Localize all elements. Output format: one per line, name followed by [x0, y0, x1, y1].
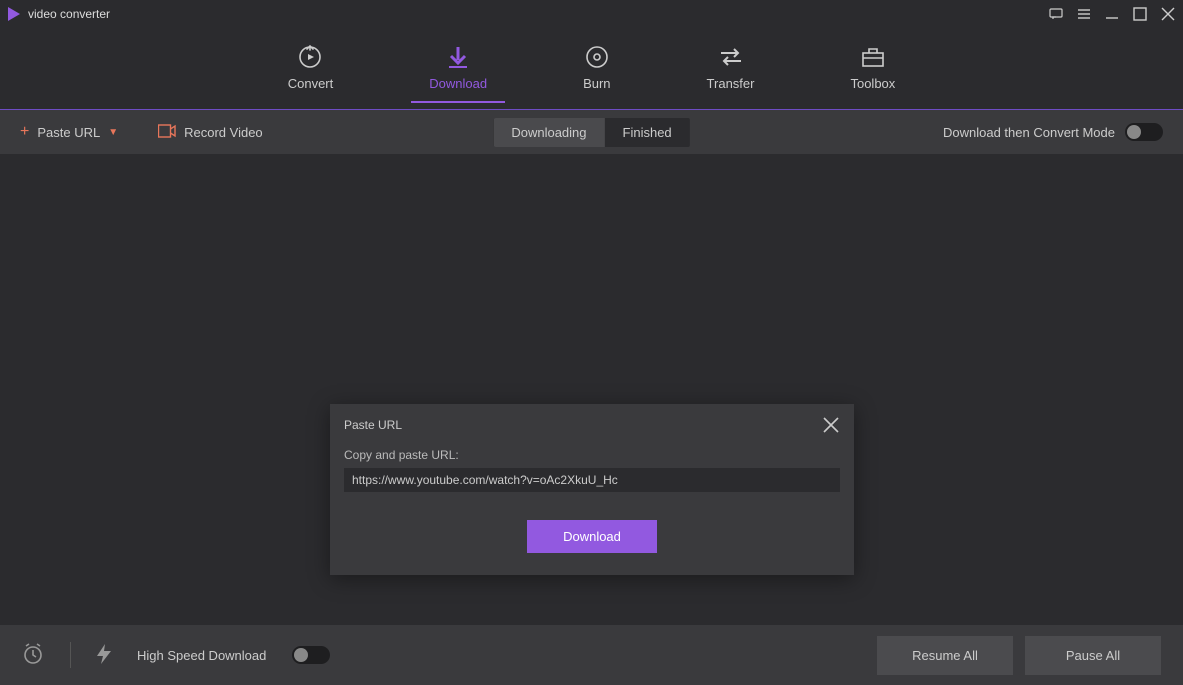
- nav-download[interactable]: Download: [411, 34, 505, 103]
- convert-mode-label: Download then Convert Mode: [943, 125, 1115, 140]
- window-controls: [1049, 7, 1175, 21]
- nav-burn[interactable]: Burn: [565, 34, 628, 103]
- app-title: video converter: [28, 7, 110, 21]
- titlebar: video converter: [0, 0, 1183, 28]
- toolbox-icon: [860, 44, 886, 70]
- content-area: Paste URL Copy and paste URL: Download: [0, 154, 1183, 625]
- close-icon[interactable]: [1161, 7, 1175, 21]
- subbar-right: Download then Convert Mode: [943, 123, 1163, 141]
- tab-downloading[interactable]: Downloading: [493, 118, 604, 147]
- clock-icon[interactable]: [22, 643, 44, 668]
- chevron-down-icon: ▼: [108, 127, 118, 138]
- footer-left: High Speed Download: [22, 642, 330, 668]
- nav-label: Convert: [288, 76, 334, 91]
- download-icon: [445, 44, 471, 70]
- nav-toolbox[interactable]: Toolbox: [832, 34, 913, 103]
- footer-right: Resume All Pause All: [877, 636, 1161, 675]
- modal-header: Paste URL: [344, 416, 840, 434]
- tab-finished[interactable]: Finished: [605, 118, 690, 147]
- maximize-icon[interactable]: [1133, 7, 1147, 21]
- pause-all-button[interactable]: Pause All: [1025, 636, 1161, 675]
- modal-close-button[interactable]: [822, 416, 840, 434]
- convert-mode-toggle[interactable]: [1125, 123, 1163, 141]
- subbar: + Paste URL ▼ Record Video Downloading F…: [0, 110, 1183, 154]
- camera-icon: [158, 124, 176, 141]
- record-video-button[interactable]: Record Video: [158, 124, 263, 141]
- app-icon: [8, 7, 20, 21]
- url-input[interactable]: [344, 468, 840, 492]
- nav-label: Download: [429, 76, 487, 91]
- main-nav: Convert Download Burn Transfer Toolbox: [0, 28, 1183, 110]
- download-button[interactable]: Download: [527, 520, 657, 553]
- nav-transfer[interactable]: Transfer: [689, 34, 773, 103]
- nav-convert[interactable]: Convert: [270, 34, 352, 103]
- modal-title: Paste URL: [344, 418, 402, 432]
- nav-label: Transfer: [707, 76, 755, 91]
- sub-tabs: Downloading Finished: [493, 118, 689, 147]
- disc-icon: [584, 44, 610, 70]
- subbar-left: + Paste URL ▼ Record Video: [20, 123, 263, 141]
- paste-url-button[interactable]: + Paste URL ▼: [20, 123, 118, 141]
- bolt-icon: [97, 644, 111, 667]
- record-video-label: Record Video: [184, 125, 263, 140]
- refresh-icon: [297, 44, 323, 70]
- divider: [70, 642, 71, 668]
- high-speed-label: High Speed Download: [137, 648, 266, 663]
- modal-instruction: Copy and paste URL:: [344, 448, 840, 462]
- nav-label: Toolbox: [850, 76, 895, 91]
- minimize-icon[interactable]: [1105, 7, 1119, 21]
- transfer-icon: [718, 44, 744, 70]
- nav-label: Burn: [583, 76, 610, 91]
- resume-all-button[interactable]: Resume All: [877, 636, 1013, 675]
- plus-icon: +: [20, 123, 29, 141]
- menu-icon[interactable]: [1077, 7, 1091, 21]
- feedback-icon[interactable]: [1049, 7, 1063, 21]
- high-speed-toggle[interactable]: [292, 646, 330, 664]
- paste-url-label: Paste URL: [37, 125, 100, 140]
- footer: High Speed Download Resume All Pause All: [0, 625, 1183, 685]
- title-left: video converter: [8, 7, 110, 21]
- paste-url-modal: Paste URL Copy and paste URL: Download: [330, 404, 854, 575]
